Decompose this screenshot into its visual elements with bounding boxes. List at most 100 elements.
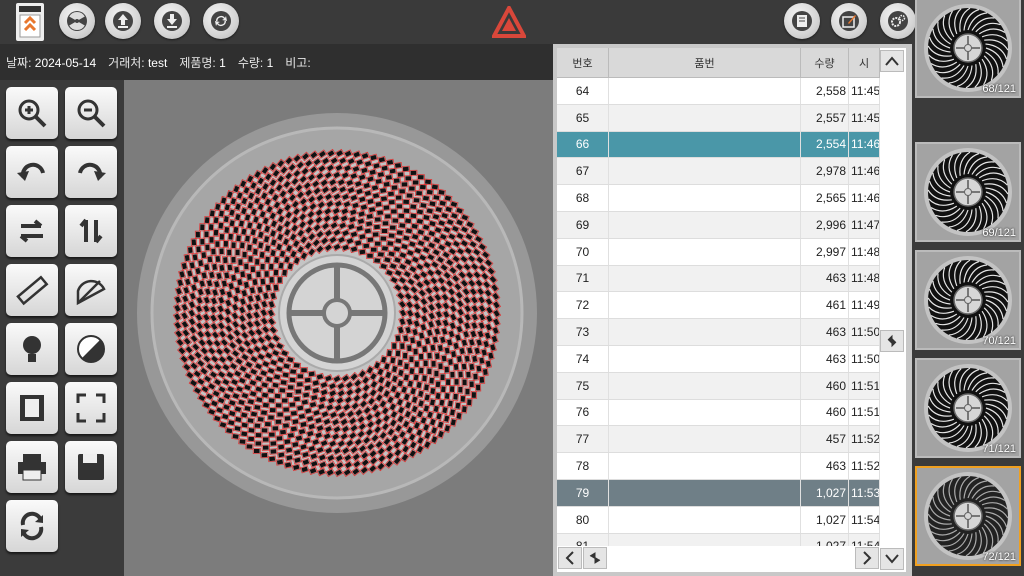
flip-horizontal-button[interactable]	[6, 205, 58, 257]
thumbnail-item[interactable]: 71/121	[915, 358, 1021, 458]
thumbnail-item[interactable]: 70/121	[915, 250, 1021, 350]
results-table-panel: 번호 품번 수량 시 64 2,558 11:45 65 2,557 11:45 66 2,5…	[553, 44, 912, 576]
horizontal-scrollbar[interactable]	[557, 546, 880, 572]
table-row[interactable]: 66 2,554 11:46	[557, 131, 880, 159]
save-button[interactable]	[65, 441, 117, 493]
table-row[interactable]: 70 2,997 11:48	[557, 238, 880, 266]
cell-quantity: 460	[801, 372, 849, 399]
film-button[interactable]	[6, 382, 58, 434]
scroll-right-button[interactable]	[855, 547, 879, 569]
column-header-time[interactable]: 시	[849, 48, 880, 77]
fullscreen-button[interactable]	[65, 382, 117, 434]
cell-time: 11:46	[849, 185, 880, 211]
cell-quantity: 2,557	[801, 104, 849, 131]
table-row[interactable]: 71 463 11:48	[557, 265, 880, 293]
thumbnail-image	[917, 144, 1019, 240]
contrast-icon	[77, 335, 105, 363]
thumbnail-image	[917, 360, 1019, 456]
upload-icon[interactable]	[105, 3, 141, 39]
thumbnail-image	[917, 468, 1019, 564]
zoom-out-button[interactable]	[65, 87, 117, 139]
date-field: 날짜: 2024-05-14	[6, 55, 97, 70]
rotate-right-button[interactable]	[65, 146, 117, 198]
download-icon[interactable]	[154, 3, 190, 39]
cell-time: 11:45	[849, 78, 880, 104]
settings-gears-icon[interactable]	[880, 3, 916, 39]
cell-quantity: 1,027	[801, 533, 849, 546]
cell-part-number	[609, 399, 801, 426]
table-row[interactable]: 67 2,978 11:46	[557, 158, 880, 186]
swap-order-button[interactable]	[880, 330, 904, 352]
table-row[interactable]: 64 2,558 11:45	[557, 78, 880, 105]
notebook-icon[interactable]	[784, 3, 820, 39]
cell-time: 11:46	[849, 131, 880, 158]
table-row[interactable]: 78 463 11:52	[557, 453, 880, 480]
zoom-in-button[interactable]	[6, 87, 58, 139]
cell-part-number	[609, 292, 801, 319]
thumbnail-item[interactable]: 68/121	[915, 0, 1021, 98]
table-row[interactable]: 72 461 11:49	[557, 292, 880, 320]
cell-time: 11:48	[849, 238, 880, 265]
image-viewer[interactable]	[124, 80, 553, 576]
cell-number: 79	[557, 479, 609, 506]
ruler-button[interactable]	[6, 264, 58, 316]
zoom-out-icon	[77, 99, 106, 128]
app-window: 날짜: 2024-05-14 거래처: test 제품명: 1 수량: 1 비고…	[0, 0, 1024, 576]
cell-quantity: 463	[801, 265, 849, 292]
rotate-left-button[interactable]	[6, 146, 58, 198]
protractor-button[interactable]	[65, 264, 117, 316]
table-row[interactable]: 69 2,996 11:47	[557, 211, 880, 239]
cell-number: 65	[557, 104, 609, 131]
light-button[interactable]	[6, 323, 58, 375]
cell-time: 11:46	[849, 158, 880, 185]
table-row[interactable]: 68 2,565 11:46	[557, 185, 880, 212]
swap-arrows-icon	[887, 334, 897, 348]
client-field: 거래처: test	[108, 55, 168, 70]
table-row[interactable]: 76 460 11:51	[557, 399, 880, 427]
cell-quantity: 2,554	[801, 131, 849, 158]
table-row[interactable]: 79 1,027 11:53	[557, 479, 880, 507]
cell-time: 11:48	[849, 265, 880, 292]
table-row[interactable]: 75 460 11:51	[557, 372, 880, 400]
table-row[interactable]: 77 457 11:52	[557, 426, 880, 454]
refresh-icon[interactable]	[203, 3, 239, 39]
table-row[interactable]: 74 463 11:50	[557, 345, 880, 373]
reload-button[interactable]	[6, 500, 58, 552]
column-header-part-number[interactable]: 품번	[609, 48, 801, 77]
thumbnail-label: 71/121	[982, 443, 1016, 455]
edit-icon[interactable]	[831, 3, 867, 39]
scroll-down-button[interactable]	[880, 548, 904, 570]
app-logo-icon[interactable]	[16, 3, 44, 41]
contrast-button[interactable]	[65, 323, 117, 375]
column-header-quantity[interactable]: 수량	[801, 48, 849, 77]
table-row[interactable]: 73 463 11:50	[557, 319, 880, 346]
reload-icon	[20, 511, 44, 541]
protractor-icon	[76, 279, 106, 306]
scroll-left-button[interactable]	[558, 547, 582, 569]
cell-part-number	[609, 506, 801, 533]
cell-number: 73	[557, 319, 609, 345]
cell-time: 11:53	[849, 479, 880, 506]
thumbnail-item[interactable]: 72/121	[915, 466, 1021, 566]
ruler-icon	[16, 275, 49, 306]
scroll-up-button[interactable]	[880, 50, 904, 72]
radiation-icon[interactable]	[59, 3, 95, 39]
print-button[interactable]	[6, 441, 58, 493]
table-row[interactable]: 65 2,557 11:45	[557, 104, 880, 132]
cell-time: 11:45	[849, 104, 880, 131]
table-row[interactable]: 80 1,027 11:54	[557, 506, 880, 534]
floppy-disk-icon	[78, 454, 104, 480]
cell-part-number	[609, 131, 801, 158]
thumbnail-item[interactable]: 69/121	[915, 142, 1021, 242]
cell-time: 11:50	[849, 345, 880, 372]
flip-vertical-button[interactable]	[65, 205, 117, 257]
column-header-number[interactable]: 번호	[557, 48, 609, 77]
vertical-scrollbar[interactable]	[880, 48, 906, 572]
cell-number: 70	[557, 238, 609, 265]
table-row[interactable]: 81 1,02711:54	[557, 533, 880, 546]
cell-time: 11:51	[849, 372, 880, 399]
top-toolbar	[0, 0, 1024, 44]
cell-part-number	[609, 345, 801, 372]
swap-columns-button[interactable]	[583, 547, 607, 569]
cell-part-number	[609, 158, 801, 185]
